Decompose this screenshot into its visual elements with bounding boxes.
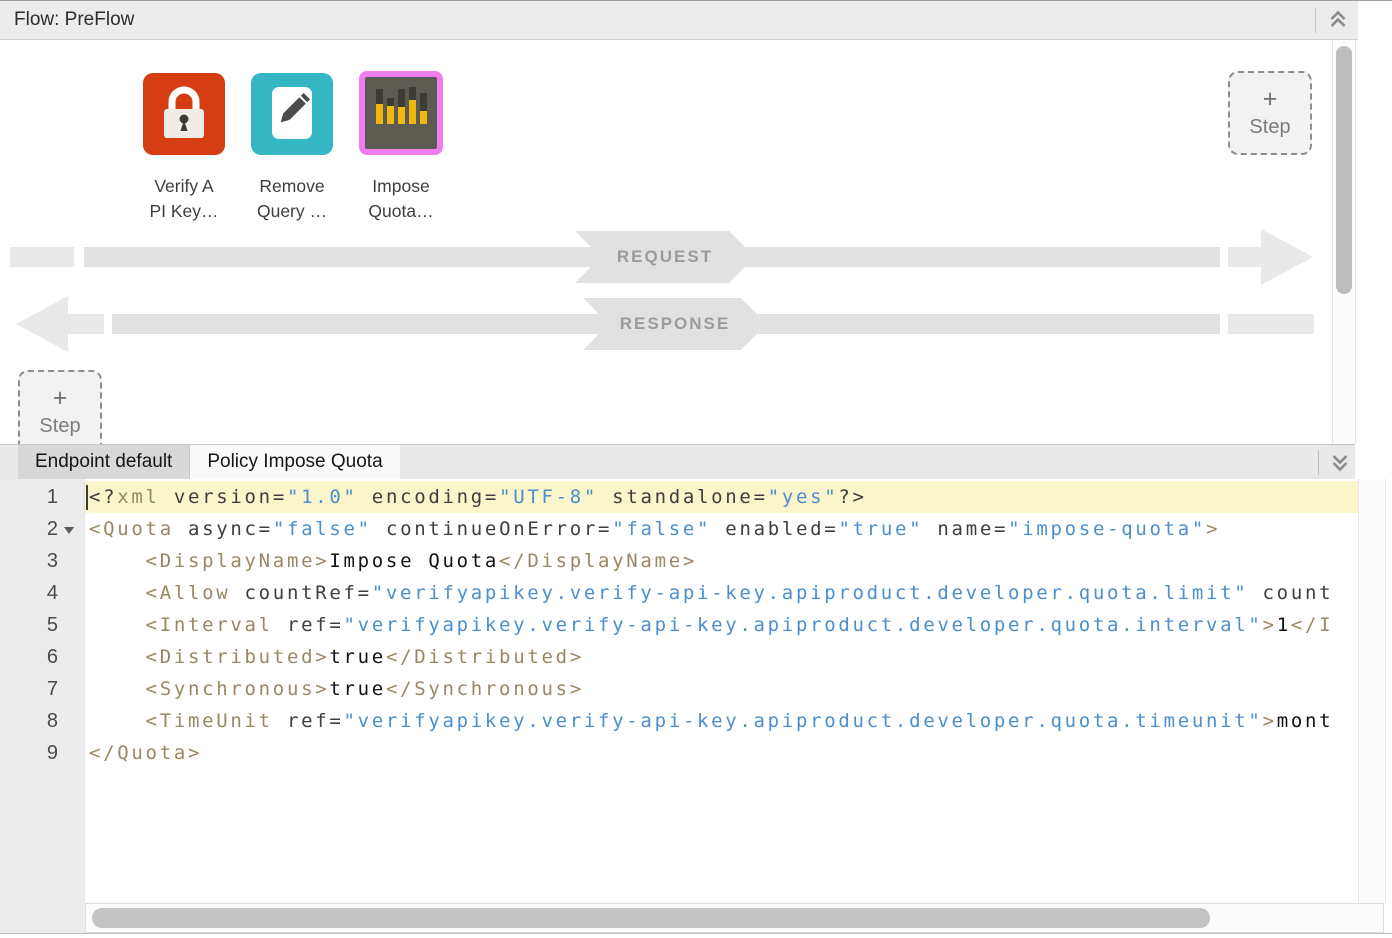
quota-bar-yellow-segment	[409, 100, 416, 124]
quota-bar-yellow-segment	[420, 111, 427, 124]
line-number: 8	[0, 705, 58, 737]
text-cursor	[86, 485, 88, 510]
plus-icon: +	[53, 387, 68, 409]
response-label-banner: RESPONSE	[583, 298, 767, 350]
line-number: 3	[0, 545, 58, 577]
code-line-5[interactable]: 5 <Interval ref="verifyapikey.verify-api…	[0, 609, 1358, 641]
header-divider	[1315, 8, 1316, 33]
line-number: 5	[0, 609, 58, 641]
flow-title: Flow: PreFlow	[14, 1, 134, 39]
apigee-flow-editor: Flow: PreFlow Verify API Key… RemoveQuery…	[0, 0, 1392, 938]
code-text: <Allow countRef="verifyapikey.verify-api…	[89, 577, 1358, 609]
gutter-bottom-corner	[0, 903, 85, 933]
pencil-icon[interactable]	[251, 73, 333, 155]
editor-vertical-scrollbar[interactable]	[1358, 479, 1386, 903]
code-text: <?xml version="1.0" encoding="UTF-8" sta…	[89, 481, 1358, 513]
code-editor[interactable]: 1 <?xml version="1.0" encoding="UTF-8" st…	[0, 479, 1392, 903]
editor-tab-bar: Endpoint defaultPolicy Impose Quota	[0, 444, 1355, 479]
line-number: 4	[0, 577, 58, 609]
code-line-3[interactable]: 3 <DisplayName>Impose Quota</DisplayName…	[0, 545, 1358, 577]
policy-impose-quota[interactable]: ImposeQuota…	[359, 73, 443, 224]
policy-label: Verify API Key…	[149, 174, 218, 224]
policy-remove-query[interactable]: RemoveQuery …	[251, 73, 333, 224]
code-line-6[interactable]: 6 <Distributed>true</Distributed>	[0, 641, 1358, 673]
code-lines[interactable]: 1 <?xml version="1.0" encoding="UTF-8" st…	[0, 481, 1358, 769]
editor-horizontal-scrollbar[interactable]	[85, 903, 1384, 933]
quota-bar-dark-segment	[409, 87, 416, 100]
policy-verify-api-key[interactable]: Verify API Key…	[143, 73, 225, 224]
lock-icon[interactable]	[143, 73, 225, 155]
line-number: 1	[0, 481, 58, 513]
quota-bar-dark-segment	[398, 89, 405, 107]
line-number: 2	[0, 513, 58, 545]
code-text: <Interval ref="verifyapikey.verify-api-k…	[89, 609, 1358, 641]
code-text: </Quota>	[89, 737, 1358, 769]
tabbar-divider	[1318, 450, 1319, 475]
line-number: 6	[0, 641, 58, 673]
tab-endpoint-default[interactable]: Endpoint default	[18, 445, 190, 479]
code-line-4[interactable]: 4 <Allow countRef="verifyapikey.verify-a…	[0, 577, 1358, 609]
request-label-banner: REQUEST	[575, 231, 755, 283]
plus-icon: +	[1263, 88, 1278, 110]
flow-vertical-scrollbar[interactable]	[1332, 40, 1356, 444]
code-text: <Distributed>true</Distributed>	[89, 641, 1358, 673]
code-text: <DisplayName>Impose Quota</DisplayName>	[89, 545, 1358, 577]
code-line-8[interactable]: 8 <TimeUnit ref="verifyapikey.verify-api…	[0, 705, 1358, 737]
code-text: <Quota async="false" continueOnError="fa…	[89, 513, 1358, 545]
code-line-9[interactable]: 9 </Quota>	[0, 737, 1358, 769]
response-label: RESPONSE	[620, 314, 730, 334]
code-line-2[interactable]: 2 <Quota async="false" continueOnError="f…	[0, 513, 1358, 545]
add-step-label: Step	[1249, 116, 1290, 138]
flow-panel-header: Flow: PreFlow	[0, 1, 1358, 40]
quota-bar-yellow-segment	[387, 106, 394, 124]
editor-bottom-strip	[0, 903, 1392, 938]
response-arrow-tail	[58, 314, 104, 334]
quota-bar-dark-segment	[387, 98, 394, 106]
add-step-button-response[interactable]: + Step	[18, 370, 102, 444]
code-line-7[interactable]: 7 <Synchronous>true</Synchronous>	[0, 673, 1358, 705]
chevrons-down-icon	[1329, 451, 1351, 473]
tab-policy-impose-quota[interactable]: Policy Impose Quota	[190, 445, 400, 479]
policy-label: RemoveQuery …	[257, 174, 327, 224]
flow-vertical-scrollbar-thumb[interactable]	[1336, 46, 1352, 294]
code-text: <TimeUnit ref="verifyapikey.verify-api-k…	[89, 705, 1358, 737]
bottom-border	[0, 933, 1392, 934]
line-number: 7	[0, 673, 58, 705]
line-number: 9	[0, 737, 58, 769]
flow-designer-panel: Verify API Key… RemoveQuery … ImposeQuota……	[0, 40, 1358, 444]
code-text: <Synchronous>true</Synchronous>	[89, 673, 1358, 705]
add-step-button-request[interactable]: + Step	[1228, 71, 1312, 155]
fold-toggle-icon[interactable]	[64, 527, 74, 534]
response-line-segment-end	[1228, 314, 1314, 334]
chevrons-up-icon	[1327, 9, 1349, 31]
policy-label: ImposeQuota…	[368, 174, 433, 224]
quota-bar-dark-segment	[376, 89, 383, 104]
request-label: REQUEST	[617, 247, 713, 267]
editor-horizontal-scrollbar-thumb[interactable]	[92, 908, 1210, 928]
collapse-flow-panel-button[interactable]	[1323, 6, 1353, 34]
quota-bar-yellow-segment	[376, 104, 383, 124]
code-line-1[interactable]: 1 <?xml version="1.0" encoding="UTF-8" st…	[0, 481, 1358, 513]
collapse-editor-button[interactable]	[1326, 448, 1354, 476]
request-arrowhead-icon	[1261, 229, 1313, 285]
add-step-label: Step	[39, 415, 80, 437]
request-line-segment-start	[10, 247, 74, 267]
policy-list: Verify API Key… RemoveQuery … ImposeQuota…	[143, 73, 443, 224]
quota-bar-dark-segment	[420, 93, 427, 111]
quota-bar-yellow-segment	[398, 107, 405, 124]
quota-bars-icon[interactable]	[359, 71, 443, 155]
tab-list: Endpoint defaultPolicy Impose Quota	[18, 445, 401, 479]
